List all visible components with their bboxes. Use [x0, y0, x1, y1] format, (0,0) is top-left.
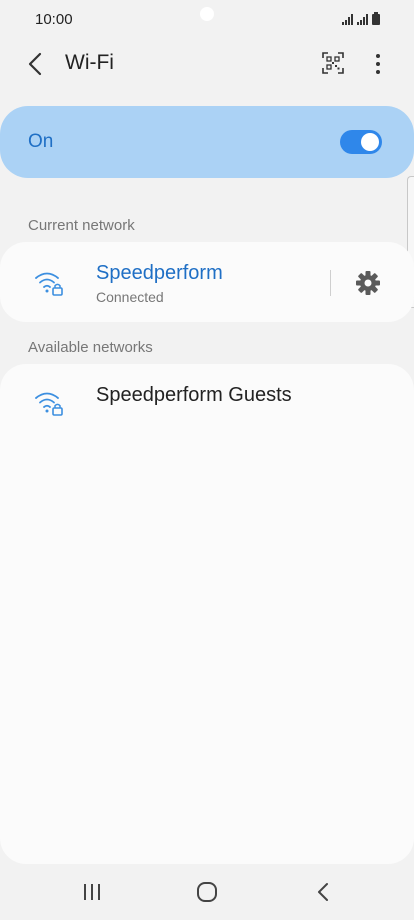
- wifi-lock-icon: [35, 272, 63, 296]
- wifi-toggle-switch[interactable]: [340, 130, 382, 154]
- gear-icon[interactable]: [354, 269, 382, 297]
- system-navigation-bar: [0, 864, 414, 920]
- wifi-master-switch-row[interactable]: On: [0, 106, 414, 178]
- divider: [330, 270, 331, 296]
- qr-code-icon[interactable]: [322, 52, 344, 74]
- status-icons: [342, 12, 380, 25]
- current-network-card[interactable]: Speedperform Connected: [0, 242, 414, 322]
- current-network-name: Speedperform: [96, 262, 223, 284]
- battery-icon: [372, 12, 380, 25]
- available-networks-card: Speedperform Guests: [0, 364, 414, 864]
- page-title: Wi-Fi: [65, 51, 114, 74]
- signal-icon: [342, 14, 353, 25]
- camera-cutout: [200, 7, 214, 21]
- home-icon[interactable]: [195, 880, 219, 904]
- more-options-icon[interactable]: [368, 50, 388, 78]
- app-bar: Wi-Fi: [0, 40, 414, 88]
- recents-icon[interactable]: [80, 880, 104, 904]
- current-network-header: Current network: [28, 217, 135, 234]
- wifi-lock-icon: [35, 392, 63, 416]
- back-arrow-icon[interactable]: [22, 50, 50, 78]
- wifi-switch-label: On: [28, 131, 54, 152]
- network-name: Speedperform Guests: [96, 384, 292, 406]
- current-network-status: Connected: [96, 289, 164, 305]
- toggle-knob: [361, 133, 379, 151]
- status-time: 10:00: [35, 11, 73, 28]
- status-bar: 10:00: [0, 0, 414, 40]
- available-networks-header: Available networks: [28, 339, 153, 356]
- back-icon[interactable]: [311, 880, 335, 904]
- signal-icon-2: [357, 14, 368, 25]
- network-list-item[interactable]: Speedperform Guests: [0, 364, 414, 440]
